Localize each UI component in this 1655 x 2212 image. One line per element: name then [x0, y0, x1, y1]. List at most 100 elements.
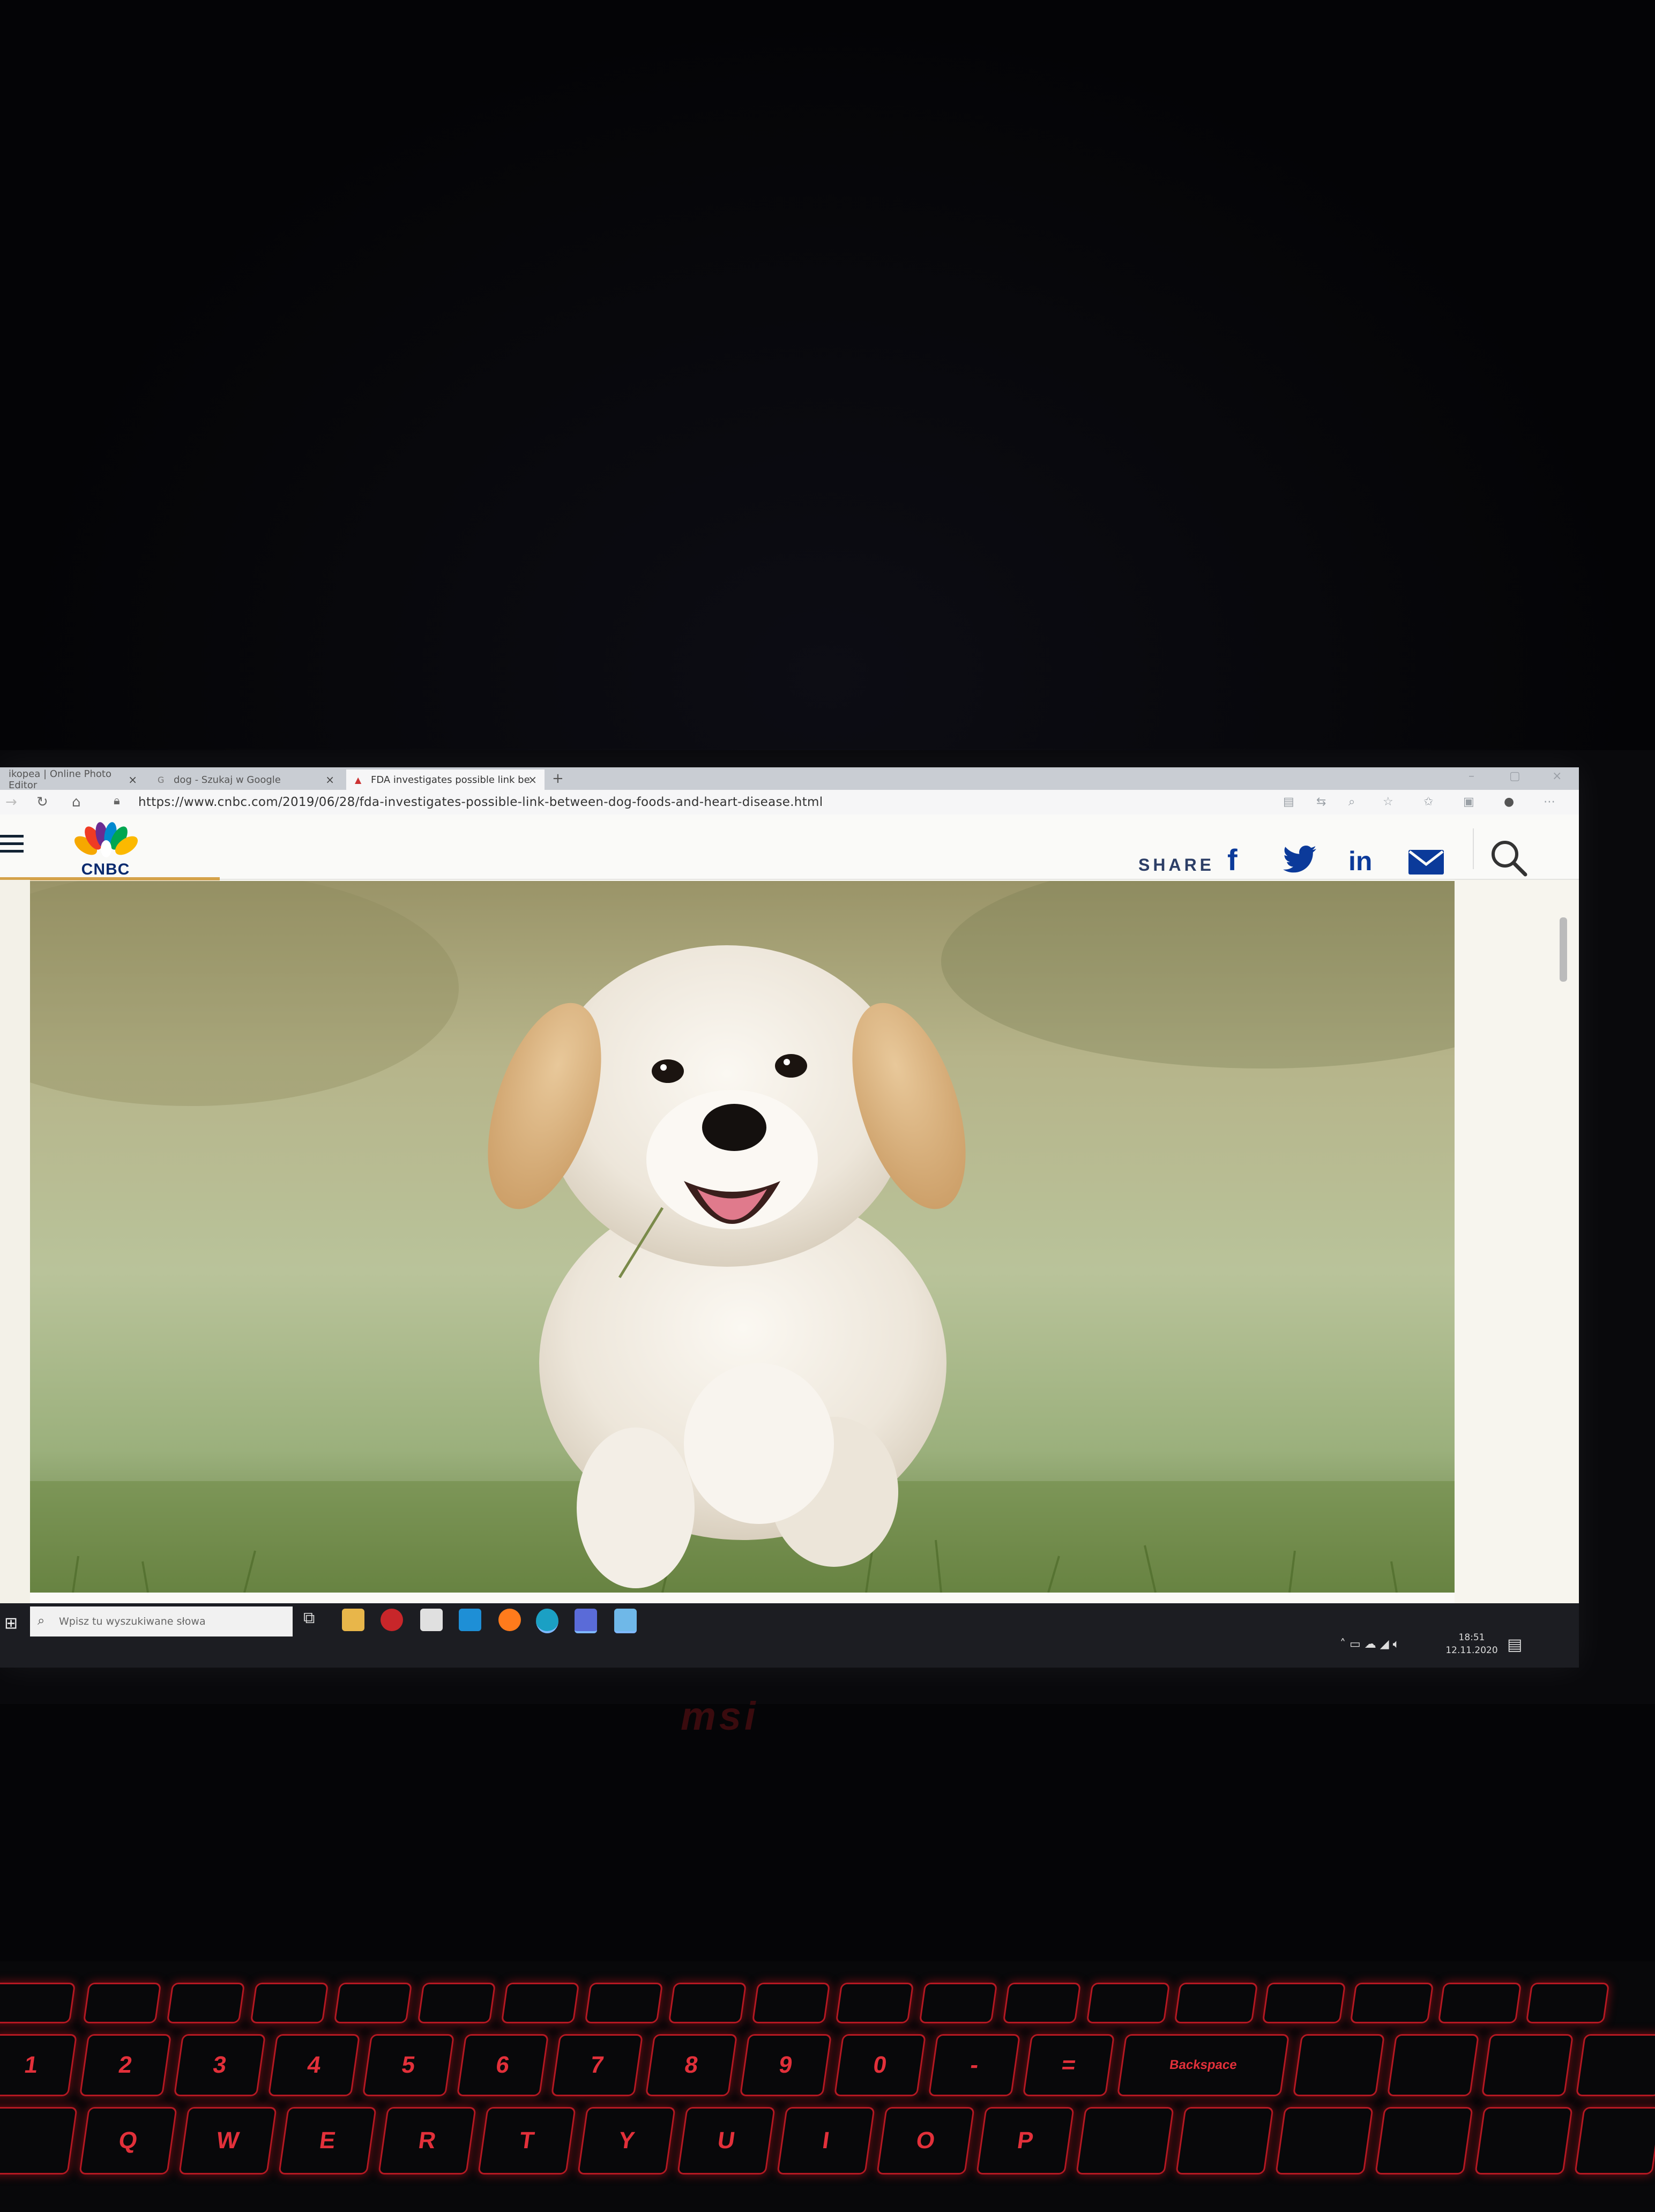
key-f2[interactable] — [166, 1983, 245, 2023]
more-menu-icon[interactable]: ⋯ — [1544, 795, 1555, 809]
key-numplus[interactable] — [1574, 2107, 1655, 2174]
key-fn[interactable] — [0, 1983, 76, 2023]
key-numlock[interactable] — [1292, 2034, 1385, 2096]
key-bracket-right[interactable] — [1175, 2107, 1274, 2174]
key-home[interactable] — [1525, 1983, 1610, 2023]
new-tab-button[interactable]: + — [552, 771, 564, 787]
key-y[interactable]: Y — [577, 2107, 676, 2174]
key-num7[interactable] — [1275, 2107, 1374, 2174]
clock-time: 18:51 — [1458, 1632, 1485, 1643]
mail-app-icon[interactable] — [459, 1609, 481, 1631]
key-f6[interactable] — [501, 1983, 580, 2023]
key-2[interactable]: 2 — [79, 2034, 172, 2096]
key-t[interactable]: T — [478, 2107, 576, 2174]
tab-cnbc-article[interactable]: ▲ FDA investigates possible link be × — [346, 769, 545, 790]
key-3[interactable]: 3 — [173, 2034, 266, 2096]
tab-photo-editor[interactable]: ikopea | Online Photo Editor × — [0, 768, 145, 791]
key-f8[interactable] — [668, 1983, 747, 2023]
key-num9[interactable] — [1474, 2107, 1573, 2174]
key-f5[interactable] — [417, 1983, 496, 2023]
key-tab[interactable] — [0, 2107, 78, 2174]
key-1[interactable]: 1 — [0, 2034, 78, 2096]
task-view-icon[interactable]: ⧉ — [303, 1609, 326, 1631]
refresh-icon[interactable]: ↻ — [36, 794, 48, 810]
key-f12[interactable] — [1002, 1983, 1082, 2023]
key-multiply[interactable] — [1481, 2034, 1574, 2096]
forward-icon[interactable]: → — [5, 794, 17, 810]
home-icon[interactable]: ⌂ — [72, 794, 81, 810]
taskbar-search-box[interactable]: ⌕ Wpisz tu wyszukiwane słowa — [30, 1606, 293, 1636]
key-f11[interactable] — [919, 1983, 998, 2023]
tab-google-search[interactable]: G dog - Szukaj w Google × — [149, 769, 342, 790]
close-icon[interactable]: × — [325, 773, 334, 786]
window-close-icon[interactable]: × — [1552, 769, 1562, 783]
key-8[interactable]: 8 — [645, 2034, 738, 2096]
twitter-icon[interactable] — [1283, 846, 1317, 875]
key-minus[interactable]: - — [928, 2034, 1021, 2096]
key-f4[interactable] — [333, 1983, 413, 2023]
close-icon[interactable]: × — [128, 773, 137, 786]
key-e[interactable]: E — [278, 2107, 377, 2174]
zoom-icon[interactable]: ⌕ — [1348, 795, 1355, 809]
firefox-icon[interactable] — [498, 1609, 521, 1631]
key-backspace[interactable]: Backspace — [1116, 2034, 1290, 2096]
close-icon[interactable]: × — [528, 773, 537, 786]
favorite-star-icon[interactable]: ☆ — [1383, 795, 1393, 809]
key-0[interactable]: 0 — [833, 2034, 927, 2096]
key-4[interactable]: 4 — [267, 2034, 361, 2096]
key-f9[interactable] — [751, 1983, 831, 2023]
key-pause[interactable] — [1262, 1983, 1346, 2023]
key-scrlk[interactable] — [1174, 1983, 1258, 2023]
minimize-icon[interactable]: – — [1468, 769, 1474, 783]
profile-avatar[interactable]: ● — [1504, 795, 1514, 809]
key-9[interactable]: 9 — [739, 2034, 832, 2096]
facebook-icon[interactable]: f — [1227, 842, 1237, 877]
key-equals[interactable]: = — [1022, 2034, 1115, 2096]
store-icon[interactable] — [420, 1609, 443, 1631]
maximize-icon[interactable]: ▢ — [1509, 769, 1520, 783]
key-7[interactable]: 7 — [550, 2034, 644, 2096]
hamburger-menu-icon[interactable] — [0, 835, 24, 857]
notification-center-icon[interactable]: ▤ — [1507, 1635, 1522, 1654]
linkedin-icon[interactable]: in — [1348, 846, 1372, 877]
collections-icon[interactable]: ▣ — [1463, 795, 1474, 809]
key-i[interactable]: I — [777, 2107, 875, 2174]
key-w[interactable]: W — [178, 2107, 277, 2174]
key-f10[interactable] — [835, 1983, 914, 2023]
key-q[interactable]: Q — [79, 2107, 177, 2174]
key-numminus[interactable] — [1575, 2034, 1655, 2096]
taskbar-clock[interactable]: 18:51 12.11.2020 — [1445, 1631, 1499, 1657]
cnbc-logo[interactable]: CNBC — [71, 822, 140, 878]
key-bracket-left[interactable] — [1076, 2107, 1174, 2174]
laptop-brand-logo: msi — [681, 1694, 759, 1738]
edge-browser-icon[interactable] — [536, 1609, 558, 1633]
scrollbar-thumb[interactable] — [1560, 917, 1567, 982]
url-field[interactable]: https://www.cnbc.com/2019/06/28/fda-inve… — [138, 795, 823, 809]
translate-icon[interactable]: ⇆ — [1316, 795, 1326, 809]
key-r[interactable]: R — [378, 2107, 476, 2174]
windows-start-icon[interactable]: ⊞ — [4, 1614, 18, 1633]
key-5[interactable]: 5 — [362, 2034, 455, 2096]
key-prtsc[interactable] — [1086, 1983, 1171, 2023]
reader-view-icon[interactable]: ▤ — [1283, 795, 1294, 809]
key-6[interactable]: 6 — [456, 2034, 549, 2096]
key-ins[interactable] — [1350, 1983, 1434, 2023]
key-divide[interactable] — [1386, 2034, 1480, 2096]
favorites-icon[interactable]: ✩ — [1423, 795, 1433, 809]
mail-icon[interactable] — [1408, 850, 1444, 875]
document-app-icon[interactable] — [614, 1609, 637, 1633]
key-p[interactable]: P — [976, 2107, 1075, 2174]
key-num8[interactable] — [1375, 2107, 1473, 2174]
key-f7[interactable] — [584, 1983, 664, 2023]
key-f3[interactable] — [250, 1983, 329, 2023]
key-f1[interactable] — [83, 1983, 162, 2023]
system-tray-icons[interactable]: ˄ ▭ ☁ ◢ 🔈︎ — [1340, 1638, 1400, 1651]
key-o[interactable]: O — [876, 2107, 975, 2174]
app-icon[interactable] — [575, 1609, 597, 1633]
search-icon[interactable] — [1490, 839, 1527, 877]
key-u[interactable]: U — [677, 2107, 776, 2174]
file-explorer-icon[interactable] — [342, 1609, 364, 1631]
red-app-icon[interactable] — [381, 1609, 403, 1631]
key-del[interactable] — [1437, 1983, 1522, 2023]
nbc-peacock-icon — [74, 822, 138, 857]
